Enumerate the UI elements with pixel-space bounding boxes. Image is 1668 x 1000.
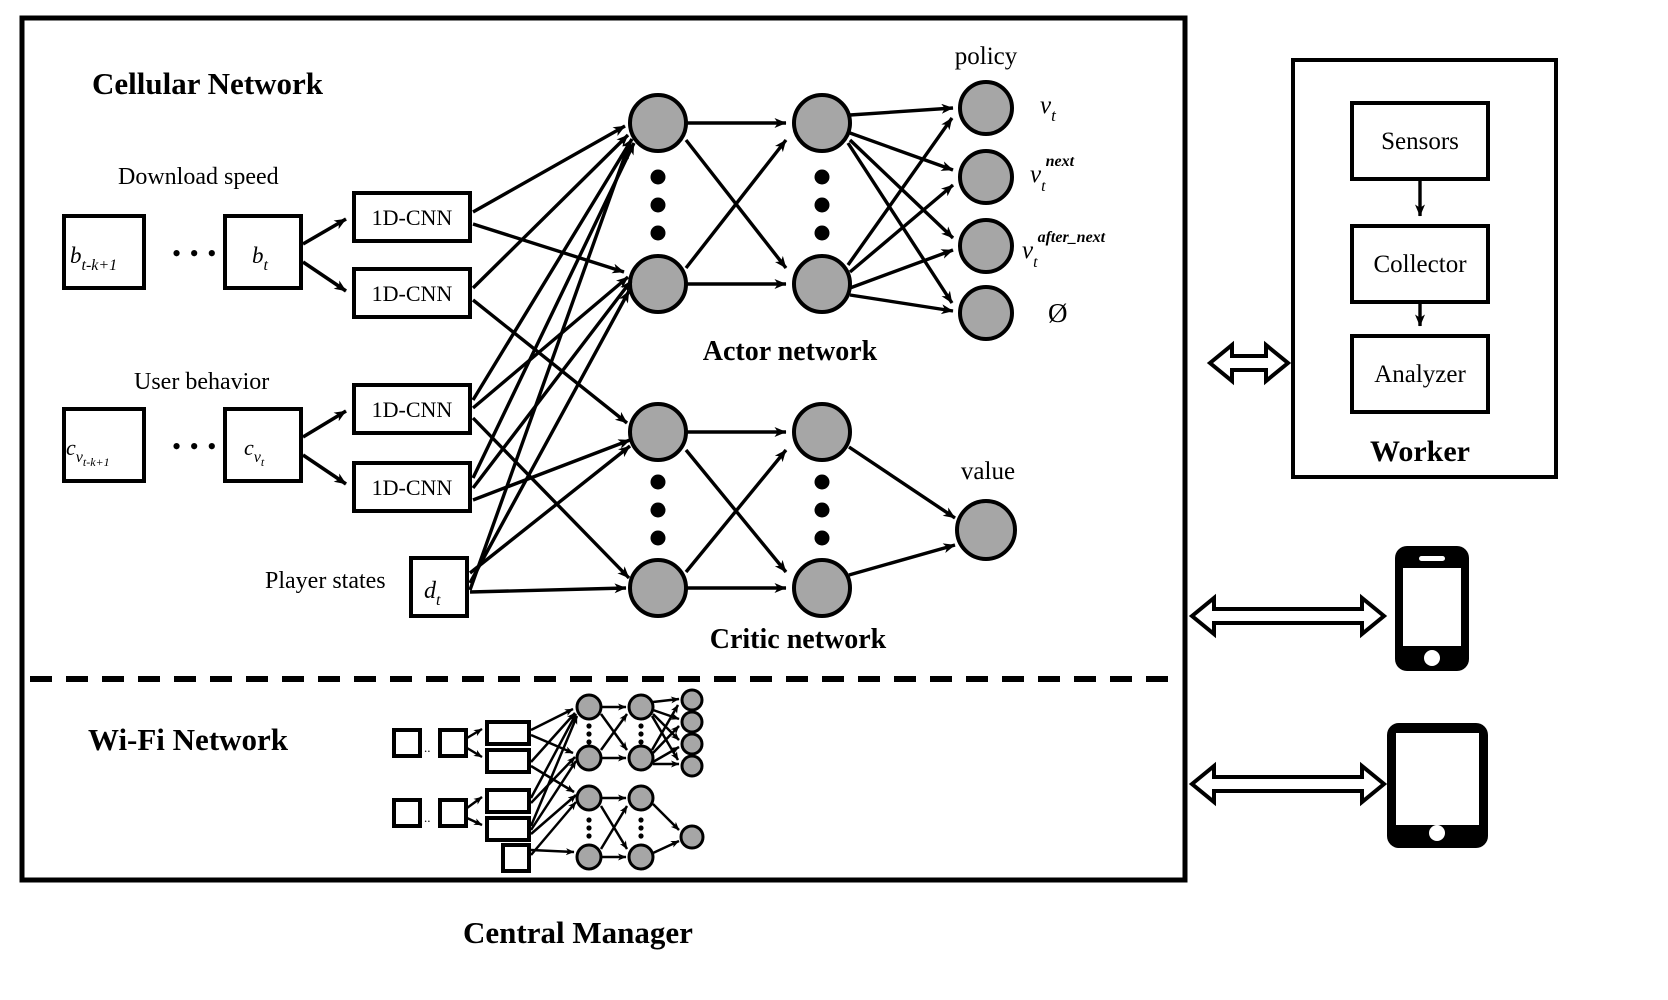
- connector-arrow-worker: [1206, 340, 1292, 386]
- central-manager-title: Central Manager: [463, 915, 693, 950]
- worker-stage-label: Sensors: [1381, 128, 1459, 155]
- policy-output-0: vt: [1040, 92, 1057, 125]
- neural-node: [958, 80, 1014, 136]
- connector-arrow-phone: [1188, 593, 1388, 639]
- connector-arrow-tablet: [1188, 761, 1388, 807]
- actor-hidden-layer-2: [792, 93, 852, 314]
- critic-value-node: [955, 499, 1017, 561]
- user-behavior-label: User behavior: [134, 369, 269, 395]
- policy-output-2: vtafter_next: [1022, 229, 1106, 271]
- cnn-box-4-label: 1D-CNN: [372, 475, 453, 500]
- cnn-box-2-label: 1D-CNN: [372, 281, 453, 306]
- cnn-box-4: 1D-CNN: [352, 461, 472, 513]
- neural-node: [958, 285, 1014, 341]
- worker-stage-label: Analyzer: [1374, 361, 1466, 388]
- neural-node: [627, 843, 655, 871]
- neural-node: [575, 843, 603, 871]
- value-label: value: [961, 458, 1015, 485]
- neural-node: [628, 402, 688, 462]
- neural-node: [627, 784, 655, 812]
- neural-node: [679, 824, 705, 850]
- actor-network-title: Actor network: [703, 336, 878, 367]
- vertical-ellipsis-icon: [814, 474, 830, 546]
- neural-node: [575, 693, 603, 721]
- neural-node: [627, 693, 655, 721]
- user-ellipsis: • • •: [172, 432, 217, 461]
- neural-node: [575, 744, 603, 772]
- neural-node: [680, 710, 704, 734]
- worker-title: Worker: [1370, 435, 1470, 468]
- neural-node: [680, 732, 704, 756]
- policy-output-1: vtnext: [1030, 153, 1075, 195]
- neural-node: [575, 784, 603, 812]
- wifi-ellipsis-1: ..: [424, 740, 431, 755]
- input-to-cnn-edges: [301, 217, 348, 486]
- neural-node: [958, 149, 1014, 205]
- neural-node: [792, 402, 852, 462]
- critic-network-title: Critic network: [710, 624, 887, 655]
- critic-hidden-layer-2: [792, 402, 852, 618]
- tablet-icon: [1387, 723, 1488, 848]
- wifi-mini-diagram: .. ..: [392, 688, 705, 873]
- neural-node: [958, 218, 1014, 274]
- neural-node: [628, 558, 688, 618]
- player-states-label: Player states: [265, 568, 386, 594]
- worker-stage-collector: Collector: [1350, 224, 1490, 304]
- neural-node: [628, 93, 688, 153]
- smartphone-icon: [1395, 546, 1469, 671]
- vertical-ellipsis-icon: [650, 474, 666, 546]
- neural-node: [680, 688, 704, 712]
- download-speed-label: Download speed: [118, 164, 279, 190]
- cnn-box-3-label: 1D-CNN: [372, 397, 453, 422]
- wifi-network-title: Wi-Fi Network: [88, 722, 289, 757]
- neural-node: [792, 558, 852, 618]
- policy-label: policy: [955, 43, 1018, 70]
- cnn-box-3: 1D-CNN: [352, 383, 472, 435]
- neural-node: [627, 744, 655, 772]
- neural-node: [792, 93, 852, 153]
- neural-node: [792, 254, 852, 314]
- cellular-network-title: Cellular Network: [92, 66, 324, 101]
- vertical-ellipsis-icon: [814, 169, 830, 241]
- cnn-box-1: 1D-CNN: [352, 191, 472, 243]
- diagram-canvas: Cellular Network Wi-Fi Network Central M…: [0, 0, 1668, 1000]
- policy-output-3: Ø: [1048, 298, 1068, 328]
- actor-output-layer: [958, 80, 1014, 341]
- cnn-box-2: 1D-CNN: [352, 267, 472, 319]
- critic-hidden-layer-1: [628, 402, 688, 618]
- cnn-to-network-edges: [468, 124, 636, 594]
- vertical-ellipsis-icon: [650, 169, 666, 241]
- download-ellipsis: • • •: [172, 239, 217, 268]
- neural-node: [680, 754, 704, 778]
- neural-node: [628, 254, 688, 314]
- input-box-user-last: [223, 407, 303, 483]
- worker-stage-analyzer: Analyzer: [1350, 334, 1490, 414]
- input-box-user-first: [62, 407, 146, 483]
- actor-hidden-layer-1: [628, 93, 688, 314]
- worker-stage-label: Collector: [1373, 251, 1467, 278]
- worker-stage-sensors: Sensors: [1350, 101, 1490, 181]
- cnn-box-1-label: 1D-CNN: [372, 205, 453, 230]
- wifi-ellipsis-2: ..: [424, 810, 431, 825]
